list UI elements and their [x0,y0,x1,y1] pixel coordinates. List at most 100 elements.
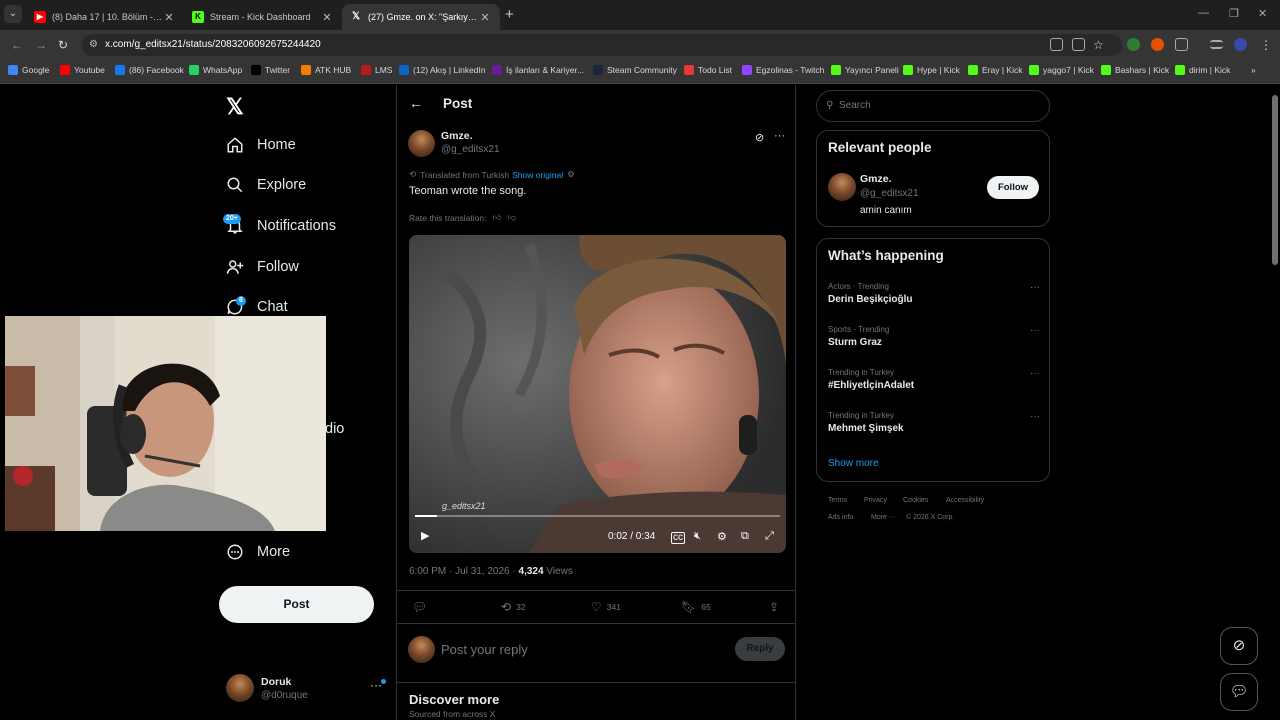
video-player[interactable]: g_editsx21 ▶ 0:02 / 0:34 cc 🔇︎ ⚙ ⧉ ⤢ [409,235,786,553]
fullscreen-icon[interactable]: ⤢ [765,530,774,543]
nav-follow[interactable]: Follow [226,258,299,276]
reply-button[interactable]: Reply [735,637,785,661]
trend-item[interactable]: Actors · Trending Derin Beşikçioğlu ··· [828,282,1040,305]
close-window-icon[interactable]: ✕ [1258,7,1267,20]
bookmark-item[interactable]: Hype | Kick [903,65,960,75]
reload-icon[interactable]: ↻ [58,38,68,52]
close-icon[interactable]: ✕ [162,11,176,24]
trend-item[interactable]: Trending in Turkey Mehmet Şimşek ··· [828,411,1040,434]
play-icon[interactable]: ▶ [421,529,429,542]
nav-partial-label[interactable]: dio [325,421,344,437]
more-dots-icon[interactable]: ··· [1030,282,1040,293]
footer-more[interactable]: More ··· [871,514,896,521]
extension-icon[interactable] [1127,38,1140,51]
bookmark-item[interactable]: LMS [361,65,392,75]
bookmark-item[interactable]: Egzolinas - Twitch [742,65,824,75]
extension-icon[interactable] [1151,38,1164,51]
browser-menu-icon[interactable]: ⋮ [1260,38,1272,52]
bookmark-item[interactable]: Yayıncı Paneli [831,65,899,75]
like-action[interactable]: ♡ 341 [591,600,621,614]
footer-privacy[interactable]: Privacy [864,497,887,504]
messages-fab-icon[interactable]: 💬︎ [1220,673,1258,711]
nav-more[interactable]: More [226,543,290,561]
share-action[interactable]: ⇪ [769,600,779,614]
minimize-icon[interactable]: — [1198,7,1209,19]
avatar[interactable] [828,173,856,201]
nav-notifications[interactable]: Notifications [226,217,336,235]
post-timestamp[interactable]: 6:00 PM · Jul 31, 2026 [409,566,510,577]
bookmark-item[interactable]: yaggo7 | Kick [1029,65,1094,75]
author-handle[interactable]: @g_editsx21 [441,144,500,155]
cast-icon[interactable] [1072,38,1085,51]
thumbs-up-icon[interactable]: 👍︎ [492,212,501,223]
trend-item[interactable]: Trending in Turkey #EhliyetİçinAdalet ··… [828,368,1040,391]
bookmarks-overflow-icon[interactable]: » [1251,65,1256,75]
bookmark-item[interactable]: ATK HUB [301,65,351,75]
author-name[interactable]: Gmze. [441,130,473,142]
reply-action[interactable]: 💬︎ [412,600,432,614]
back-icon[interactable]: ← [11,38,23,52]
captions-icon[interactable]: cc [671,532,685,544]
gear-icon[interactable]: ⚙ [567,169,575,180]
tab-kick-dashboard[interactable]: K Stream - Kick Dashboard ✕ [184,4,342,30]
bookmark-item[interactable]: Steam Community [593,65,677,75]
bookmark-item[interactable]: Todo List [684,65,732,75]
scrollbar-thumb[interactable] [1272,95,1278,265]
reply-input[interactable]: Post your reply [441,642,528,657]
back-arrow-icon[interactable]: ← [409,95,423,111]
nav-explore[interactable]: Explore [226,176,306,194]
x-logo-icon[interactable]: 𝕏 [226,94,244,120]
show-more-link[interactable]: Show more [828,458,879,469]
post-button[interactable]: Post [219,586,374,623]
site-settings-icon[interactable]: ⚙ [89,34,98,56]
translate-icon[interactable] [1050,38,1063,51]
page-scrollbar[interactable] [1270,85,1280,720]
tab-youtube[interactable]: ▶ (8) Daha 17 | 10. Bölüm - YouTube ✕ [26,4,184,30]
bookmark-item[interactable]: Eray | Kick [968,65,1022,75]
new-tab-button[interactable]: + [505,6,514,23]
forward-icon[interactable]: → [35,38,47,52]
bookmark-item[interactable]: Twitter [251,65,290,75]
bookmark-item[interactable]: (86) Facebook [115,65,184,75]
footer-cookies[interactable]: Cookies [903,497,928,504]
trend-item[interactable]: Sports · Trending Sturm Graz ··· [828,325,1040,348]
bookmark-action[interactable]: 🔖︎ 65 [681,600,711,614]
tab-search-icon[interactable]: ⌄ [4,5,22,23]
mute-icon[interactable]: 🔇︎ [694,530,701,543]
restore-icon[interactable]: ❐ [1229,7,1239,20]
repost-action[interactable]: ⟲ 32 [501,600,526,614]
close-icon[interactable]: ✕ [320,11,334,24]
bookmark-item[interactable]: dirim | Kick [1175,65,1230,75]
author-avatar[interactable] [408,130,435,157]
footer-ads-info[interactable]: Ads info [828,514,853,521]
grok-icon[interactable]: ⊘ [755,131,764,144]
show-original-link[interactable]: Show original [512,170,563,180]
thumbs-down-icon[interactable]: 👎︎ [507,212,516,223]
bookmark-star-icon[interactable]: ☆ [1093,38,1104,52]
more-dots-icon[interactable]: ··· [1030,411,1040,422]
more-dots-icon[interactable]: ··· [1030,325,1040,336]
tab-x-post[interactable]: 𝕏 (27) Gmze. on X: "Şarkıyı Teoman ✕ [342,4,500,30]
bookmark-item[interactable]: (12) Akış | LinkedIn [399,65,486,75]
bookmark-item[interactable]: Google [8,65,49,75]
pip-icon[interactable]: ⧉ [741,530,749,543]
bookmark-item[interactable]: Bashars | Kick [1101,65,1169,75]
search-input[interactable]: ⚲ Search [816,90,1050,122]
extensions-puzzle-icon[interactable] [1175,38,1188,51]
address-bar[interactable]: ⚙ x.com/g_editsx21/status/20832060926752… [82,34,1122,56]
media-controls-icon[interactable] [1210,40,1223,49]
more-dots-icon[interactable]: ··· [1030,368,1040,379]
account-switcher[interactable]: Doruk @d0ruque ··· [226,673,386,705]
relevant-handle[interactable]: @g_editsx21 [860,188,919,199]
bookmark-item[interactable]: WhatsApp [189,65,242,75]
follow-button[interactable]: Follow [987,176,1039,199]
grok-fab-icon[interactable]: ⊘ [1220,627,1258,665]
footer-terms[interactable]: Terms [828,497,847,504]
gear-icon[interactable]: ⚙ [717,530,727,543]
bookmark-item[interactable]: İş ilanları & Kariyer... [492,65,584,75]
relevant-name[interactable]: Gmze. [860,173,892,185]
bookmark-item[interactable]: Youtube [60,65,105,75]
profile-avatar[interactable] [1234,38,1247,51]
video-progress-bar[interactable] [415,515,780,517]
more-dots-icon[interactable]: ··· [774,130,785,142]
